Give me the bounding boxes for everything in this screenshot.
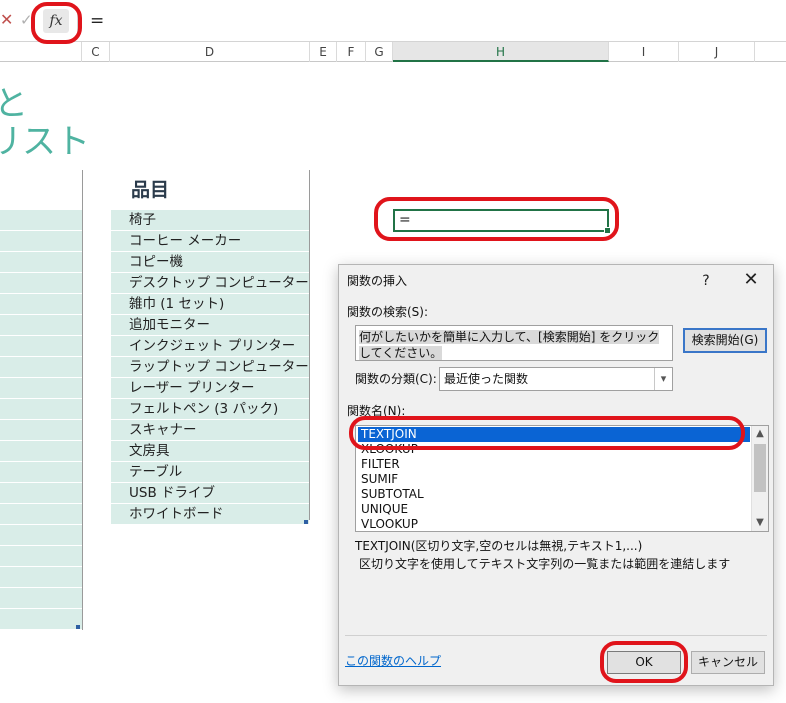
dialog-title: 関数の挿入 (347, 274, 408, 288)
item-list: 椅子 コーヒー メーカー コピー機 デスクトップ コンピューター 雑巾 (1 セ… (111, 210, 309, 525)
annotation-ring-fx (31, 2, 82, 44)
close-icon[interactable]: ✕ (741, 269, 761, 291)
function-item-subtotal[interactable]: SUBTOTAL (358, 487, 750, 502)
list-item[interactable]: インクジェット プリンター (111, 336, 309, 357)
function-item-filter[interactable]: FILTER (358, 457, 750, 472)
function-help-link[interactable]: この関数のヘルプ (345, 653, 441, 669)
list-item[interactable]: レーザー プリンター (111, 378, 309, 399)
search-go-button[interactable]: 検索開始(G) (683, 328, 767, 353)
formula-input[interactable]: = (90, 9, 104, 33)
list-item[interactable]: テーブル (111, 462, 309, 483)
list-item[interactable]: 椅子 (111, 210, 309, 231)
left-table-cells[interactable] (0, 210, 82, 630)
table-border-right (309, 170, 310, 520)
scrollbar-thumb[interactable] (754, 444, 766, 492)
formula-bar: ✕ ✓ fx = (0, 0, 786, 42)
annotation-ring-cell (374, 197, 619, 241)
table-border-left (82, 170, 83, 630)
column-header-e[interactable]: E (310, 42, 337, 62)
annotation-ring-ok (600, 641, 688, 683)
column-headers: C D E F G H I J (0, 42, 786, 62)
function-list-scrollbar[interactable]: ▲ ▼ (751, 426, 768, 531)
list-item[interactable]: ラップトップ コンピューター (111, 357, 309, 378)
function-item-vlookup[interactable]: VLOOKUP (358, 517, 750, 531)
function-description: 区切り文字を使用してテキスト文字列の一覧または範囲を連結します (359, 557, 731, 571)
dialog-divider (345, 635, 767, 636)
list-item[interactable]: コーヒー メーカー (111, 231, 309, 252)
list-item[interactable]: コピー機 (111, 252, 309, 273)
scroll-up-icon[interactable]: ▲ (752, 426, 768, 442)
function-item-unique[interactable]: UNIQUE (358, 502, 750, 517)
list-item[interactable]: 雑巾 (1 セット) (111, 294, 309, 315)
cancel-icon[interactable]: ✕ (0, 10, 13, 30)
list-item[interactable]: スキャナー (111, 420, 309, 441)
list-item[interactable]: 追加モニター (111, 315, 309, 336)
cancel-button[interactable]: キャンセル (691, 651, 765, 674)
list-item[interactable]: USB ドライブ (111, 483, 309, 504)
table-resize-handle[interactable] (304, 520, 308, 524)
category-value: 最近使った関数 (444, 372, 529, 386)
column-header-g[interactable]: G (366, 42, 393, 62)
function-search-input[interactable]: 何がしたいかを簡単に入力して、[検索開始] をクリックしてください。 (355, 325, 673, 361)
function-item-sumif[interactable]: SUMIF (358, 472, 750, 487)
list-item[interactable]: 文房具 (111, 441, 309, 462)
scroll-down-icon[interactable]: ▼ (752, 515, 768, 531)
list-item[interactable]: ホワイトボード (111, 504, 309, 525)
column-header-c[interactable]: C (82, 42, 110, 62)
category-label: 関数の分類(C): (355, 372, 437, 386)
search-placeholder: 何がしたいかを簡単に入力して、[検索開始] をクリックしてください。 (359, 330, 660, 360)
column-header-i[interactable]: I (609, 42, 679, 62)
column-header-j[interactable]: J (679, 42, 755, 62)
function-syntax: TEXTJOIN(区切り文字,空のセルは無視,テキスト1,...) (355, 539, 643, 553)
list-item[interactable]: フェルトペン (3 パック) (111, 399, 309, 420)
column-header-h[interactable]: H (393, 42, 609, 62)
help-icon[interactable]: ? (697, 271, 715, 291)
list-item[interactable]: デスクトップ コンピューター (111, 273, 309, 294)
column-header-d[interactable]: D (110, 42, 310, 62)
insert-function-dialog: 関数の挿入 ? ✕ 関数の検索(S): 何がしたいかを簡単に入力して、[検索開始… (338, 264, 774, 686)
annotation-ring-textjoin (349, 416, 745, 450)
chevron-down-icon[interactable]: ▾ (654, 368, 672, 390)
column-header-k[interactable] (755, 42, 786, 62)
excel-window: ✕ ✓ fx = C D E F G H I J と リスト 品目 椅子 コーヒ… (0, 0, 786, 703)
sheet-title-line1: と (0, 84, 28, 124)
column-header-f[interactable]: F (337, 42, 366, 62)
item-column-header[interactable]: 品目 (131, 177, 169, 203)
column-header-b[interactable] (0, 42, 82, 62)
category-select[interactable]: 最近使った関数 ▾ (439, 367, 673, 391)
sheet-title-line2: リスト (0, 122, 90, 162)
search-label: 関数の検索(S): (347, 305, 429, 319)
